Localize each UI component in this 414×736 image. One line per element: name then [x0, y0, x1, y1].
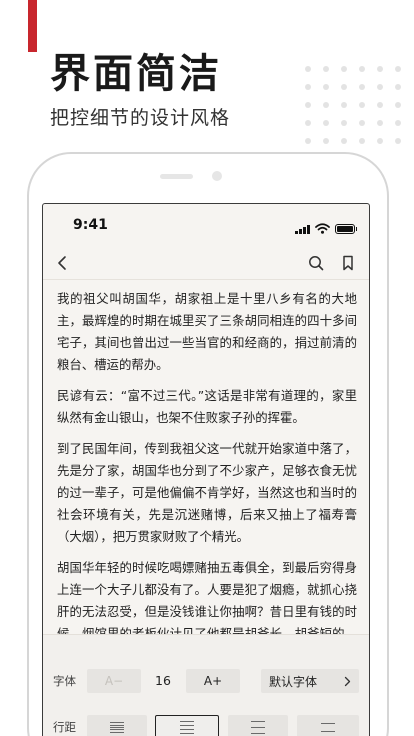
line-spacing-loose-button[interactable]: [228, 715, 288, 736]
line-spacing-wide-icon: [321, 719, 335, 735]
line-spacing-label: 行距: [53, 720, 76, 734]
chevron-left-icon: [58, 256, 66, 270]
decorative-dot: [341, 120, 347, 126]
font-family-button[interactable]: 默认字体: [261, 669, 359, 693]
cellular-signal-icon: [295, 224, 310, 234]
status-bar: 9:41: [43, 204, 369, 246]
decorative-dot: [305, 138, 311, 144]
line-spacing-normal-button[interactable]: [155, 715, 219, 736]
status-time: 9:41: [73, 217, 108, 233]
decorative-dot: [377, 66, 383, 72]
search-icon: [309, 256, 324, 271]
decorative-dot: [323, 138, 329, 144]
phone-camera: [212, 171, 222, 181]
promo-subline: 把控细节的设计风格: [50, 107, 231, 129]
decorative-dot: [377, 84, 383, 90]
increase-font-button[interactable]: A+: [186, 669, 240, 693]
decorative-dot: [323, 66, 329, 72]
accent-bar: [28, 0, 37, 52]
font-settings-row: 字体 A− 16 A+ 默认字体: [43, 669, 369, 693]
phone-speaker: [160, 174, 193, 179]
font-label: 字体: [53, 674, 76, 688]
decorative-dot: [305, 66, 311, 72]
decorative-dot: [323, 120, 329, 126]
paragraph: 我的祖父叫胡国华，胡家祖上是十里八乡有名的大地主，最辉煌的时期在城里买了三条胡同…: [57, 291, 357, 372]
decorative-dot: [341, 66, 347, 72]
line-spacing-loose-icon: [251, 718, 265, 736]
decorative-dot: [359, 102, 365, 108]
back-button[interactable]: [51, 252, 73, 274]
reading-settings-panel: 字体 A− 16 A+ 默认字体 行距: [43, 634, 369, 736]
decorative-dot: [395, 120, 401, 126]
font-size-value: 16: [155, 673, 171, 688]
bookmark-button[interactable]: [337, 252, 359, 274]
decorative-dot: [305, 102, 311, 108]
bookmark-icon: [343, 255, 353, 271]
wifi-icon: [315, 219, 330, 238]
phone-screen: 9:41 我的祖父叫胡国华，胡家祖上是十里八乡有名的大地主，最辉煌的时期在城里买…: [42, 203, 370, 736]
decorative-dot: [395, 138, 401, 144]
decrease-font-button[interactable]: A−: [87, 669, 141, 693]
promo-headline: 界面简洁: [50, 51, 222, 97]
search-button[interactable]: [305, 252, 327, 274]
decorative-dot: [359, 84, 365, 90]
battery-icon: [335, 223, 357, 234]
line-spacing-compact-button[interactable]: [87, 715, 147, 736]
decorative-dot: [341, 84, 347, 90]
decorative-dot: [359, 138, 365, 144]
decorative-dot: [305, 84, 311, 90]
line-spacing-normal-icon: [180, 719, 194, 735]
decorative-dot: [395, 66, 401, 72]
decorative-dot: [359, 120, 365, 126]
decorative-dot: [377, 102, 383, 108]
line-spacing-row: 行距: [43, 715, 369, 736]
decorative-dot: [341, 102, 347, 108]
paragraph: 到了民国年间，传到我祖父这一代就开始家道中落了，先是分了家，胡国华也分到了不少家…: [57, 441, 357, 544]
decorative-dot: [395, 84, 401, 90]
chevron-right-icon: [344, 676, 351, 686]
paragraph: 民谚有云：“富不过三代。”这话是非常有道理的，家里纵然有金山银山，也架不住败家子…: [57, 388, 357, 425]
line-spacing-compact-icon: [110, 720, 124, 734]
decorative-dot-grid: [305, 66, 410, 151]
decorative-dot: [341, 138, 347, 144]
decorative-dot: [323, 102, 329, 108]
decorative-dot: [377, 120, 383, 126]
decorative-dot: [359, 66, 365, 72]
font-family-label: 默认字体: [269, 674, 318, 689]
decorative-dot: [377, 138, 383, 144]
decorative-dot: [305, 120, 311, 126]
line-spacing-wide-button[interactable]: [297, 715, 359, 736]
reader-toolbar: [43, 246, 369, 280]
decorative-dot: [323, 84, 329, 90]
decorative-dot: [395, 102, 401, 108]
